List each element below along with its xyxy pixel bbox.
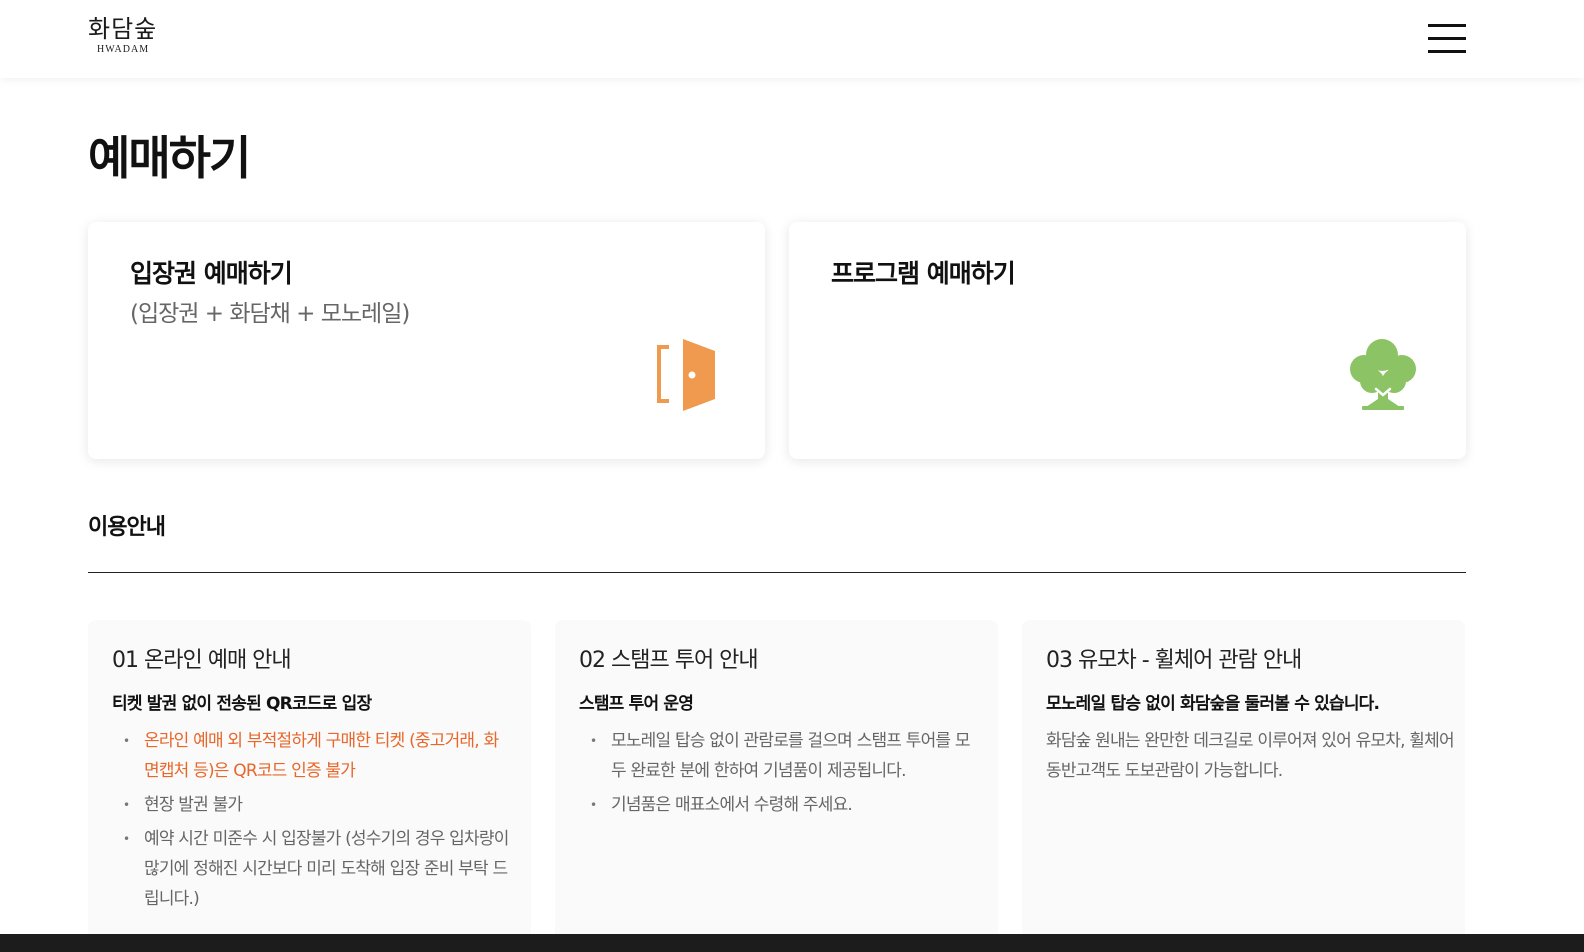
info-bullet: 모노레일 탑승 없이 관람로를 걸으며 스탬프 투어를 모두 완료한 분에 한하… [579, 726, 979, 786]
info-bullet-warning: 온라인 예매 외 부적절하게 구매한 티켓 (중고거래, 화면캡처 등)은 QR… [112, 726, 512, 786]
program-card-title: 프로그램 예매하기 [831, 259, 1016, 288]
info-bullet: 기념품은 매표소에서 수령해 주세요. [579, 790, 979, 820]
info-heading: 01 온라인 예매 안내 [112, 648, 292, 673]
info-bullet: 현장 발권 불가 [112, 790, 512, 820]
info-card-stroller-wheelchair: 03 유모차 - 휠체어 관람 안내 모노레일 탑승 없이 화담숲을 둘러볼 수… [1022, 620, 1465, 952]
bottom-bar [0, 934, 1584, 952]
menu-bar [1428, 37, 1466, 40]
site-header: 화담숲 HWADAM [0, 0, 1584, 78]
menu-bar [1428, 50, 1466, 53]
ticket-booking-card[interactable]: 입장권 예매하기 (입장권 + 화담채 + 모노레일) [88, 222, 765, 459]
info-bullet-list: 온라인 예매 외 부적절하게 구매한 티켓 (중고거래, 화면캡처 등)은 QR… [112, 726, 512, 918]
logo[interactable]: 화담숲 HWADAM [88, 14, 178, 56]
info-body-text: 화담숲 원내는 완만한 데크길로 이루어져 있어 유모차, 휠체어동반고객도 도… [1046, 731, 1455, 781]
hamburger-menu-icon[interactable] [1428, 22, 1468, 56]
ticket-card-title: 입장권 예매하기 [130, 259, 293, 288]
info-subheading: 티켓 발권 없이 전송된 QR코드로 입장 [112, 694, 372, 714]
program-booking-card[interactable]: 프로그램 예매하기 [789, 222, 1466, 459]
info-heading: 03 유모차 - 휠체어 관람 안내 [1046, 648, 1302, 673]
door-icon [657, 339, 717, 415]
info-bullet: 예약 시간 미준수 시 입장불가 (성수기의 경우 입차량이 많기에 정해진 시… [112, 824, 512, 914]
info-card-stamp-tour: 02 스탬프 투어 안내 스탬프 투어 운영 모노레일 탑승 없이 관람로를 걸… [555, 620, 998, 952]
info-bullet-list: 모노레일 탑승 없이 관람로를 걸으며 스탬프 투어를 모두 완료한 분에 한하… [579, 726, 979, 824]
guide-section-title: 이용안내 [88, 515, 166, 540]
logo-english: HWADAM [97, 44, 150, 55]
info-heading: 02 스탬프 투어 안내 [579, 648, 759, 673]
info-card-online-booking: 01 온라인 예매 안내 티켓 발권 없이 전송된 QR코드로 입장 온라인 예… [88, 620, 531, 952]
tree-icon [1348, 337, 1418, 415]
page-title: 예매하기 [88, 131, 251, 185]
section-divider [88, 572, 1466, 573]
logo-korean: 화담숲 [88, 15, 158, 43]
menu-bar [1428, 24, 1466, 27]
ticket-card-subtitle: (입장권 + 화담채 + 모노레일) [130, 301, 410, 327]
info-subheading: 모노레일 탑승 없이 화담숲을 둘러볼 수 있습니다. [1046, 694, 1380, 714]
info-subheading: 스탬프 투어 운영 [579, 694, 694, 714]
